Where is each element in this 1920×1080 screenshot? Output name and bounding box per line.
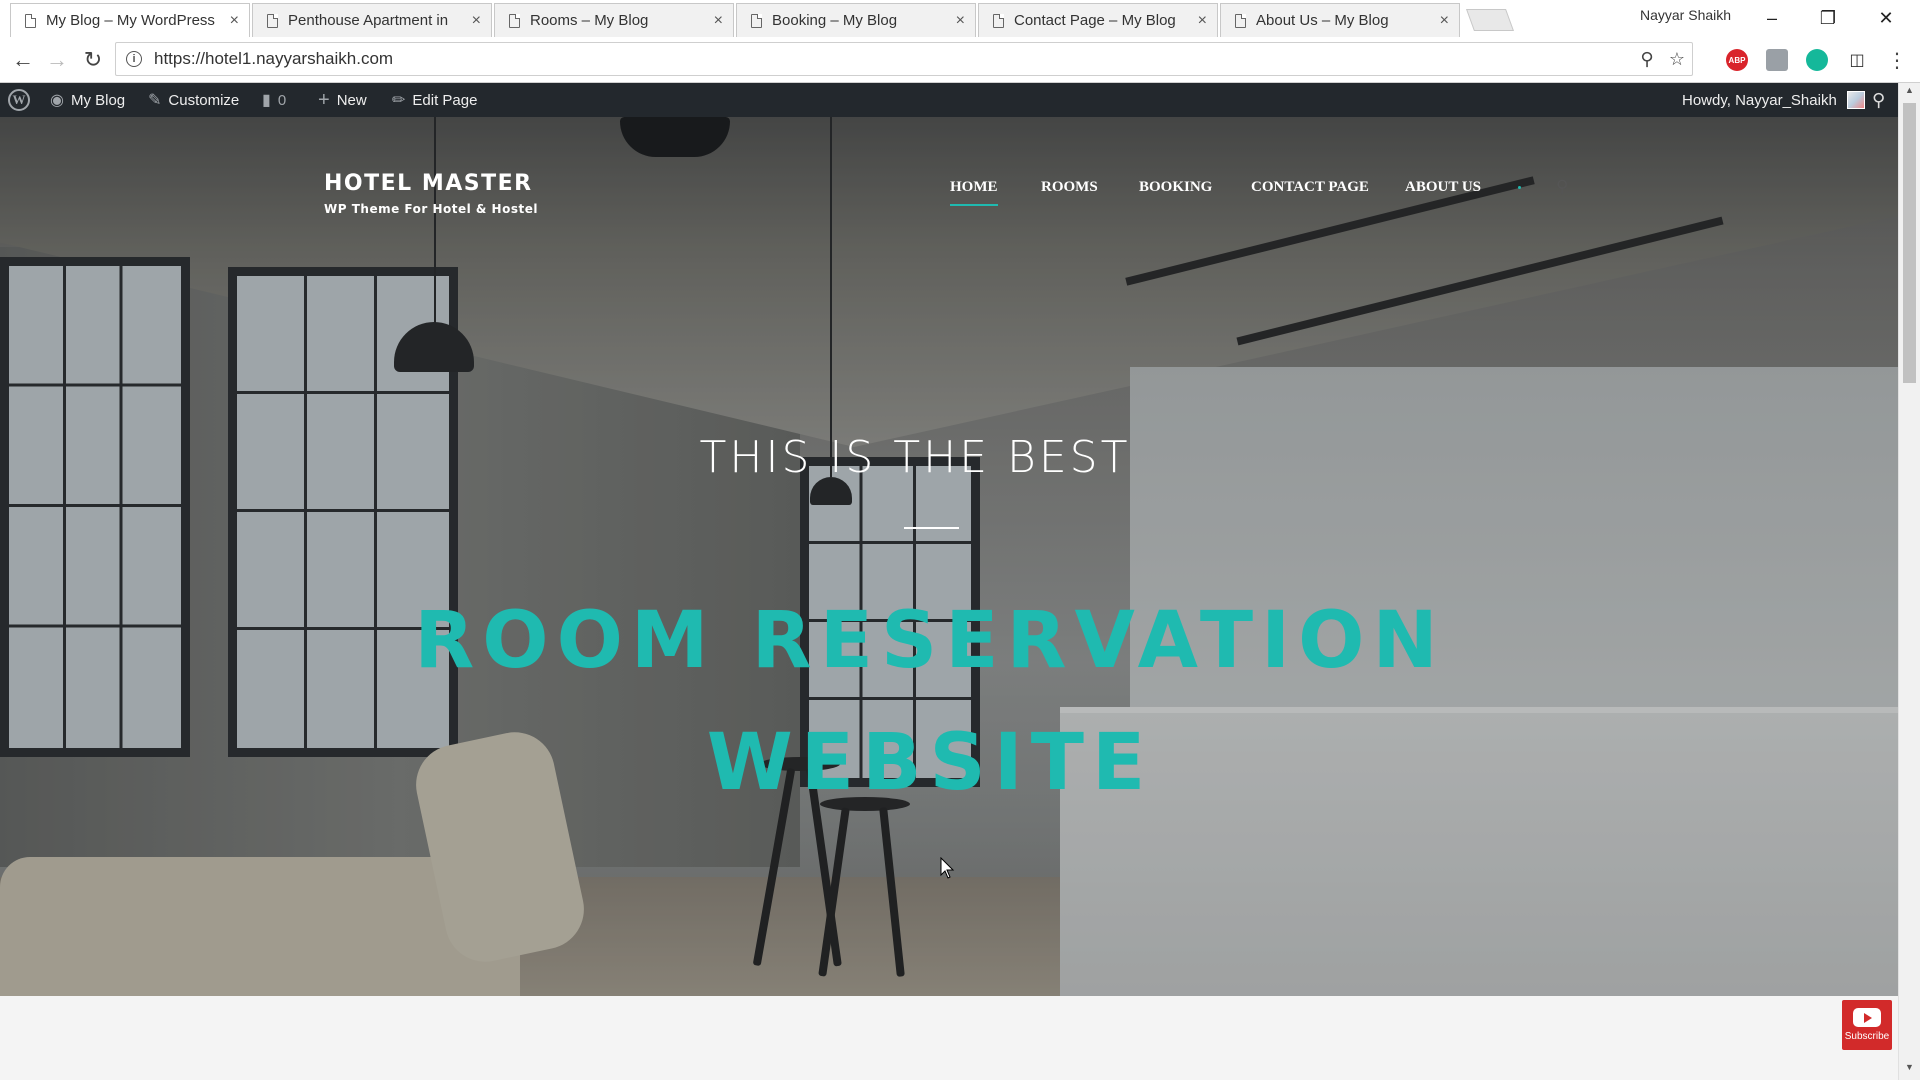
grammarly-icon[interactable] [1806,49,1828,71]
cast-icon[interactable]: ◫ [1846,49,1868,71]
tab-about[interactable]: About Us – My Blog × [1220,3,1460,37]
site-tagline: WP Theme For Hotel & Hostel [324,202,538,216]
admin-comments[interactable]: ▮ 0 [262,83,286,117]
extension-icon[interactable] [1766,49,1788,71]
tab-title: My Blog – My WordPress [46,12,215,29]
youtube-icon [1853,1008,1881,1027]
adblock-plus-icon[interactable]: ABP [1726,49,1748,71]
page-icon [751,13,762,28]
scroll-up-icon[interactable]: ▲ [1899,85,1920,101]
close-icon[interactable]: × [472,12,481,30]
comments-count: 0 [277,91,287,109]
howdy-label: Howdy, Nayyar_Shaikh [1682,91,1837,109]
customize-label: Customize [168,91,240,109]
back-icon[interactable]: ← [8,45,38,75]
site-name-label: My Blog [70,91,126,109]
page-icon [267,13,278,28]
tab-title: About Us – My Blog [1256,12,1389,29]
brush-icon: ✎ [148,92,162,109]
scroll-down-icon[interactable]: ▼ [1899,1062,1920,1078]
hero-kicker: THIS IS THE BEST [699,432,1131,483]
tab-title: Rooms – My Blog [530,12,649,29]
dashboard-icon: ◉ [50,92,64,109]
bookmark-star-icon[interactable]: ☆ [1662,49,1692,70]
nav-about-us[interactable]: ABOUT US [1405,179,1481,206]
nav-rooms[interactable]: ROOMS [1041,179,1098,206]
zoom-icon[interactable]: ⚲ [1632,49,1662,70]
close-window-icon[interactable]: ✕ [1866,4,1906,32]
hero-headline: ROOM RESERVATION WEBSITE [380,580,1480,824]
nav-indicator-dot [1518,186,1521,189]
close-icon[interactable]: × [1198,12,1207,30]
profile-name[interactable]: Nayyar Shaikh [1640,7,1731,23]
mouse-cursor-icon [940,857,955,879]
admin-customize[interactable]: ✎ Customize [148,83,239,117]
hero-divider [904,527,959,529]
new-label: New [336,91,367,109]
browser-toolbar: ← → ↻ i https://hotel1.nayyarshaikh.com … [0,37,1920,83]
close-icon[interactable]: × [714,12,723,30]
page-icon [509,13,520,28]
page-scrollbar[interactable]: ▲ ▼ [1898,83,1920,1080]
admin-site-name[interactable]: ◉ My Blog [50,83,125,117]
address-bar[interactable]: i https://hotel1.nayyarshaikh.com ⚲ ☆ [115,42,1693,76]
menu-icon[interactable]: ⋮ [1882,45,1912,75]
wordpress-logo-icon: W [8,89,30,111]
hero-headline-line1: ROOM RESERVATION [414,596,1446,686]
page-icon [993,13,1004,28]
nav-home[interactable]: HOME [950,179,998,206]
nav-booking[interactable]: BOOKING [1139,179,1212,206]
wp-logo-button[interactable]: W [8,83,30,117]
admin-new[interactable]: + New [318,83,367,117]
search-icon: ⚲ [1872,89,1886,110]
forward-icon[interactable]: → [42,45,72,75]
site-info-icon[interactable]: i [126,51,142,67]
site-title: HOTEL MASTER [324,171,533,196]
reload-icon[interactable]: ↻ [78,45,108,75]
youtube-subscribe-button[interactable]: Subscribe [1842,1000,1892,1050]
avatar [1846,91,1865,109]
plus-icon: + [318,88,330,111]
page-icon [1235,13,1246,28]
comment-icon: ▮ [262,92,271,109]
tab-title: Contact Page – My Blog [1014,12,1176,29]
new-tab-button[interactable] [1465,9,1515,31]
admin-account[interactable]: Howdy, Nayyar_Shaikh [1682,83,1865,117]
hero-section: HOTEL MASTER WP Theme For Hotel & Hostel… [0,117,1898,996]
tab-title: Penthouse Apartment in [288,12,449,29]
tab-title: Booking – My Blog [772,12,898,29]
tab-rooms[interactable]: Rooms – My Blog × [494,3,734,37]
close-icon[interactable]: × [1440,12,1449,30]
nav-contact-page[interactable]: CONTACT PAGE [1251,179,1369,206]
url-text[interactable]: https://hotel1.nayyarshaikh.com [154,49,1632,69]
restore-icon[interactable]: ❐ [1808,4,1848,32]
admin-search[interactable]: ⚲ [1872,83,1892,117]
search-icon[interactable]: ⚲ [1556,177,1568,197]
admin-edit-page[interactable]: ✏ Edit Page [392,83,477,117]
tab-contact[interactable]: Contact Page – My Blog × [978,3,1218,37]
pencil-icon: ✏ [392,92,406,109]
edit-page-label: Edit Page [412,91,478,109]
site-logo[interactable]: HOTEL MASTER WP Theme For Hotel & Hostel [324,171,538,216]
scrollbar-thumb[interactable] [1903,103,1916,383]
page-content-area [0,996,1898,1080]
close-icon[interactable]: × [230,12,239,30]
tab-my-blog[interactable]: My Blog – My WordPress × [10,3,250,37]
tab-booking[interactable]: Booking – My Blog × [736,3,976,37]
page-icon [25,13,36,28]
wp-admin-bar: W ◉ My Blog ✎ Customize ▮ 0 + New ✏ Edit… [0,83,1920,117]
hero-headline-line2: WEBSITE [706,718,1154,808]
subscribe-label: Subscribe [1844,1031,1890,1042]
tab-strip: My Blog – My WordPress × Penthouse Apart… [0,0,1920,37]
close-icon[interactable]: × [956,12,965,30]
minimize-icon[interactable]: – [1752,4,1792,32]
tab-penthouse[interactable]: Penthouse Apartment in × [252,3,492,37]
